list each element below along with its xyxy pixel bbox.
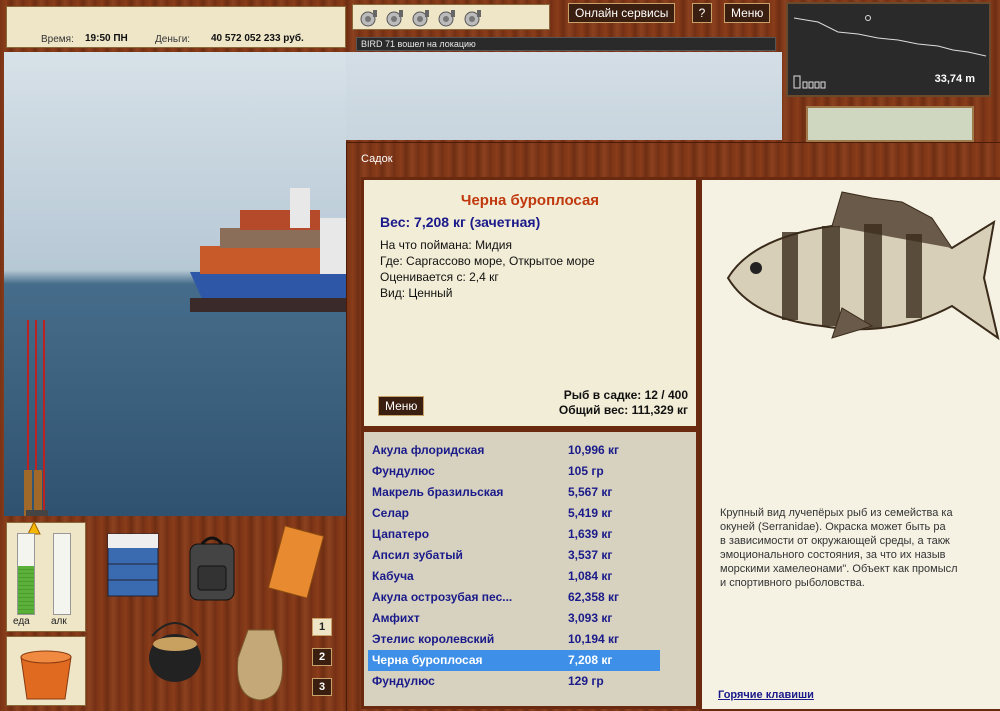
map-scroll-icon[interactable]: [806, 106, 974, 142]
list-item[interactable]: Фундулюс 105 гр: [368, 461, 660, 482]
list-item[interactable]: Амфихт 3,093 кг: [368, 608, 660, 629]
money-value: 40 572 052 233 руб.: [211, 33, 304, 44]
depth-value: 33,74 m: [934, 73, 975, 85]
chat-message: BIRD 71 вошел на локацию: [356, 37, 776, 51]
fish-location: Где: Саргассово море, Открытое море: [380, 254, 595, 268]
depth-map: 33,74 m: [786, 2, 991, 97]
reel-icon[interactable]: [359, 8, 379, 28]
fish-info-panel: Черна буроплосая Вес: 7,208 кг (зачетная…: [361, 177, 699, 429]
reel-icon[interactable]: [437, 8, 457, 28]
fish-bait: На что поймана: Мидия: [380, 238, 512, 252]
hotkeys-link[interactable]: Горячие клавиши: [718, 689, 814, 701]
notebook-icon[interactable]: [262, 524, 326, 598]
fish-name: Черна буроплосая: [460, 192, 600, 209]
time-value: 19:50 ПН: [85, 33, 128, 44]
time-label: Время:: [41, 34, 74, 45]
list-item[interactable]: Фундулюс 129 гр: [368, 671, 660, 692]
cargo-ship: [190, 188, 346, 312]
list-item[interactable]: Селар 5,419 кг: [368, 503, 660, 524]
list-item[interactable]: Акула острозубая пес... 62,358 кг: [368, 587, 660, 608]
list-item[interactable]: Апсил зубатый 3,537 кг: [368, 545, 660, 566]
fish-count: Рыб в садке: 12 / 400: [563, 388, 688, 402]
food-label: еда: [13, 616, 30, 627]
reel-icon[interactable]: [463, 8, 483, 28]
alcohol-meter: [53, 533, 71, 615]
fish-list: Акула флоридская 10,996 кг Фундулюс 105 гр…: [361, 429, 699, 709]
fish-description-panel: Крупный вид лучепёрых рыб из семейства к…: [699, 177, 1000, 711]
fish-menu-button[interactable]: Меню: [378, 396, 425, 416]
list-item[interactable]: Макрель бразильская 5,567 кг: [368, 482, 660, 503]
sea-scene: [4, 52, 346, 516]
cooking-pot-icon[interactable]: [142, 614, 208, 690]
alcohol-label: алк: [51, 616, 67, 627]
reels-bar: [352, 4, 550, 30]
fish-description: Крупный вид лучепёрых рыб из семейства к…: [720, 507, 958, 589]
list-item[interactable]: Этелис королевский 10,194 кг: [368, 629, 660, 650]
keepnet-window: Садок Черна буроплосая Вес: 7,208 кг (за…: [346, 142, 1000, 711]
slot-1-button[interactable]: 1: [312, 618, 332, 636]
window-title: Садок: [361, 153, 393, 165]
fish-threshold: Оценивается с: 2,4 кг: [380, 270, 499, 284]
menu-button[interactable]: Меню: [724, 3, 771, 23]
fish-weight: Вес: 7,208 кг (зачетная): [380, 214, 541, 230]
sky-area: [346, 52, 782, 140]
total-weight: Общий вес: 111,329 кг: [558, 403, 688, 417]
status-meters: еда алк: [6, 521, 86, 632]
fish-image: [726, 191, 1000, 341]
bucket-icon[interactable]: [6, 636, 86, 706]
slot-2-button[interactable]: 2: [312, 648, 332, 666]
list-item[interactable]: Цапатеро 1,639 кг: [368, 524, 660, 545]
fishing-rods[interactable]: [22, 320, 52, 516]
list-item[interactable]: Акула флоридская 10,996 кг: [368, 440, 660, 461]
sack-icon[interactable]: [226, 618, 296, 704]
list-item[interactable]: Черна буроплосая 7,208 кг: [368, 650, 660, 671]
tackle-box-icon[interactable]: [102, 524, 164, 602]
slot-3-button[interactable]: 3: [312, 678, 332, 696]
food-meter: [17, 533, 35, 615]
game-screen: Время: 19:50 ПН Деньги: 40 572 052 233 р…: [0, 0, 1000, 711]
reel-icon[interactable]: [411, 8, 431, 28]
money-label: Деньги:: [155, 34, 191, 45]
backpack-icon[interactable]: [186, 530, 238, 604]
reel-icon[interactable]: [385, 8, 405, 28]
fish-type: Вид: Ценный: [380, 286, 453, 300]
list-item[interactable]: Кабуча 1,084 кг: [368, 566, 660, 587]
status-bar: Время: 19:50 ПН Деньги: 40 572 052 233 р…: [6, 6, 346, 48]
online-services-button[interactable]: Онлайн сервисы: [568, 3, 676, 23]
help-button[interactable]: ?: [692, 3, 712, 23]
